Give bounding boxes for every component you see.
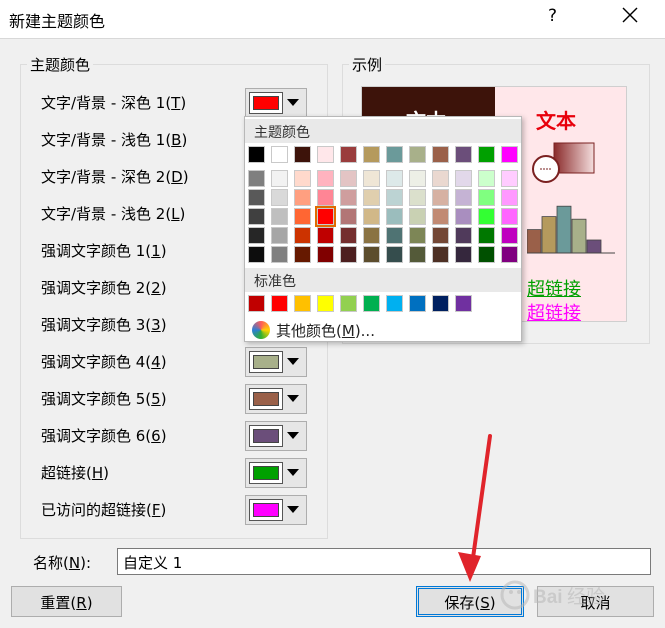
annotation-arrow	[458, 434, 492, 582]
